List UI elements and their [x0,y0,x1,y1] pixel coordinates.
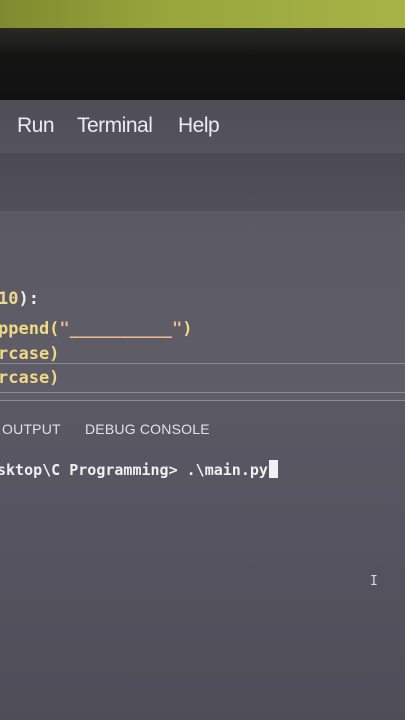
menu-terminal[interactable]: Terminal [77,114,153,138]
menu-help[interactable]: Help [178,114,220,138]
code-call: ppend( [0,319,60,339]
menu-bar: Run Terminal Help [0,100,405,153]
editor-tab-strip [0,153,405,212]
code-line-1: 10): [0,289,39,309]
code-paren: ) [182,319,193,339]
terminal-cursor [268,460,278,478]
code-number: 10 [0,289,19,309]
vscode-window: Run Terminal Help 10): ppend("__________… [0,100,405,720]
tab-debug-console[interactable]: DEBUG CONSOLE [85,421,210,437]
tab-output[interactable]: OUTPUT [2,421,61,437]
terminal-command: .\main.py [186,461,268,479]
bottom-panel: OUTPUT DEBUG CONSOLE sktop\C Programming… [0,400,405,720]
current-line-highlight [0,363,405,393]
monitor-bezel [0,28,405,108]
terminal-prompt: sktop\C Programming> [0,461,187,479]
code-line-4: rcase) [0,368,60,388]
terminal-line[interactable]: sktop\C Programming> .\main.py [0,460,278,479]
code-string: "__________" [59,319,183,339]
menu-run[interactable]: Run [17,114,55,138]
code-editor[interactable]: 10): ppend("__________") rcase) rcase) [0,211,405,401]
code-line-3: rcase) [0,344,60,364]
code-punct: ): [18,289,39,309]
text-cursor-icon: I [370,574,378,589]
code-line-2: ppend("__________") [0,319,193,339]
